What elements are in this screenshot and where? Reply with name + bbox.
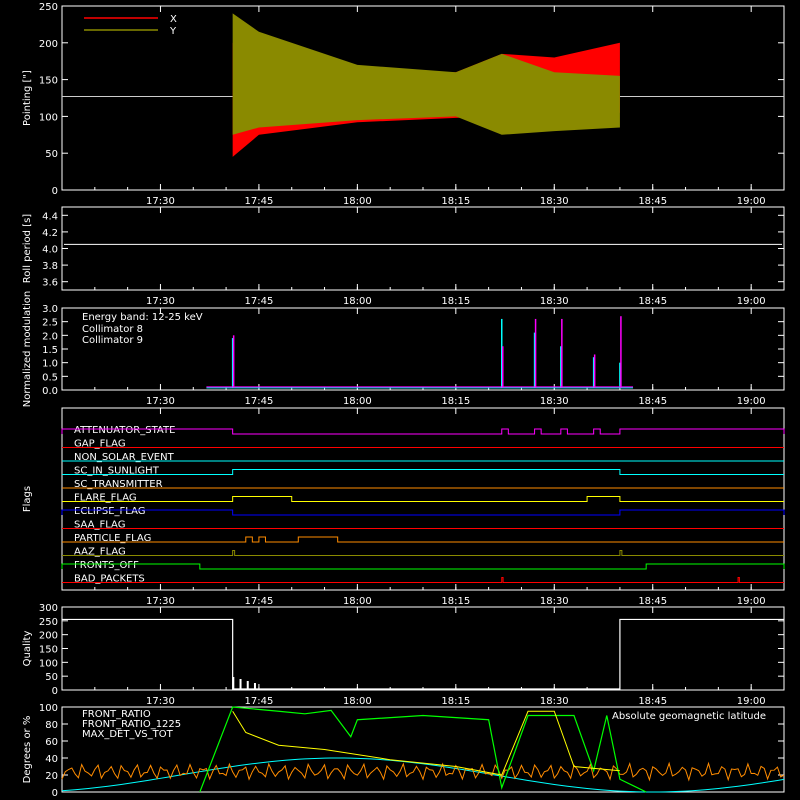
x-tick-label: 18:15 [441, 296, 470, 307]
y-tick-label: 0 [52, 686, 58, 697]
y-tick-label: 0.0 [42, 386, 58, 397]
y-axis-label-0: Pointing ["] [22, 70, 33, 126]
y-tick-label: 50 [45, 149, 58, 160]
y-tick-label: 60 [45, 737, 58, 748]
x-tick-label: 18:00 [343, 696, 372, 707]
x-tick-label: 17:30 [146, 196, 175, 207]
flag-trace [62, 536, 784, 543]
y-tick-label: 250 [39, 617, 58, 628]
quality-trace [62, 618, 784, 690]
x-tick-label: 18:30 [540, 396, 569, 407]
y-tick-label: 200 [39, 631, 58, 642]
ratio-legend-2: MAX_DET_VS_TOT [82, 729, 174, 740]
y-tick-label: 0.5 [42, 372, 58, 383]
flag-trace [62, 469, 784, 475]
panel-frame-1 [61, 206, 785, 291]
x-tick-label: 17:30 [146, 596, 175, 607]
y-tick-label: 4.2 [42, 228, 58, 239]
x-tick-label: 18:45 [638, 196, 667, 207]
y-axis-label-4: Quality [22, 631, 33, 667]
legend-label-y: Y [169, 26, 177, 37]
y-tick-label: 80 [45, 720, 58, 731]
x-tick-label: 18:15 [441, 396, 470, 407]
ratio-legend-3: Absolute geomagnetic latitude [612, 711, 766, 722]
flag-label: FRONTS_OFF [74, 560, 139, 571]
y-tick-label: 3.0 [42, 304, 58, 315]
x-tick-label: 18:30 [540, 696, 569, 707]
y-axis-label-2: Normalized modulation [22, 291, 33, 408]
x-tick-label: 17:30 [146, 696, 175, 707]
flag-label: ECLIPSE_FLAG [74, 506, 145, 517]
y-tick-label: 300 [39, 603, 58, 614]
x-tick-label: 17:45 [244, 596, 273, 607]
y-tick-label: 4.0 [42, 245, 58, 256]
front-ratio-line [232, 710, 620, 776]
x-tick-label: 17:45 [244, 696, 273, 707]
x-tick-label: 17:30 [146, 296, 175, 307]
x-tick-label: 17:45 [244, 396, 273, 407]
x-tick-label: 18:15 [441, 596, 470, 607]
y-tick-label: 3.8 [42, 261, 58, 272]
y-tick-label: 150 [39, 76, 58, 87]
y-tick-label: 200 [39, 39, 58, 50]
x-tick-label: 17:45 [244, 296, 273, 307]
y-tick-label: 0 [52, 788, 58, 799]
x-tick-label: 18:15 [441, 196, 470, 207]
x-tick-label: 18:00 [343, 596, 372, 607]
x-tick-label: 19:00 [737, 696, 766, 707]
y-axis-label-3: Flags [22, 486, 33, 512]
y-tick-label: 2.0 [42, 331, 58, 342]
x-tick-label: 17:30 [146, 396, 175, 407]
x-tick-label: 18:00 [343, 396, 372, 407]
x-tick-label: 18:45 [638, 296, 667, 307]
x-tick-label: 18:30 [540, 596, 569, 607]
flag-trace [62, 577, 784, 583]
x-tick-label: 19:00 [737, 196, 766, 207]
x-tick-label: 18:00 [343, 296, 372, 307]
y-tick-label: 4.4 [42, 211, 58, 222]
x-tick-label: 18:15 [441, 696, 470, 707]
x-tick-label: 19:00 [737, 396, 766, 407]
y-tick-label: 40 [45, 754, 58, 765]
y-axis-label-1: Roll period [s] [22, 214, 33, 283]
y-tick-label: 50 [45, 672, 58, 683]
x-tick-label: 18:45 [638, 696, 667, 707]
y-axis-label-5: Degrees or % [22, 716, 33, 784]
modulation-legend-title: Energy band: 12-25 keV [82, 312, 203, 323]
y-tick-label: 100 [39, 112, 58, 123]
y-tick-label: 1.5 [42, 345, 58, 356]
y-tick-label: 3.6 [42, 278, 58, 289]
y-tick-label: 1.0 [42, 359, 58, 370]
y-tick-label: 2.5 [42, 318, 58, 329]
modulation-legend-1: Collimator 9 [82, 335, 143, 346]
x-tick-label: 18:45 [638, 396, 667, 407]
flag-trace [62, 550, 784, 556]
x-tick-label: 18:00 [343, 196, 372, 207]
modulation-legend-0: Collimator 8 [82, 324, 143, 335]
pointing-series-y [232, 13, 620, 135]
rhessi-summary-figure: 17:30 17:45 18:00 18:15 18:30 18:45 19:00 0 50 10… [22, 2, 785, 799]
y-tick-label: 100 [39, 703, 58, 714]
y-tick-label: 150 [39, 645, 58, 656]
flag-trace [61, 563, 785, 570]
x-tick-label: 19:00 [737, 596, 766, 607]
x-tick-label: 19:00 [737, 296, 766, 307]
flag-trace [61, 509, 785, 516]
x-tick-label: 18:30 [540, 296, 569, 307]
y-tick-label: 250 [39, 2, 58, 13]
x-tick-label: 17:45 [244, 196, 273, 207]
legend-label-x: X [170, 14, 177, 25]
max-det-vs-tot-line [61, 761, 785, 782]
y-tick-label: 100 [39, 658, 58, 669]
flag-trace [62, 496, 784, 502]
y-tick-label: 0 [52, 186, 58, 197]
flag-label: ATTENUATOR_STATE [74, 425, 175, 436]
x-tick-label: 18:30 [540, 196, 569, 207]
x-tick-label: 18:45 [638, 596, 667, 607]
y-tick-label: 20 [45, 771, 58, 782]
